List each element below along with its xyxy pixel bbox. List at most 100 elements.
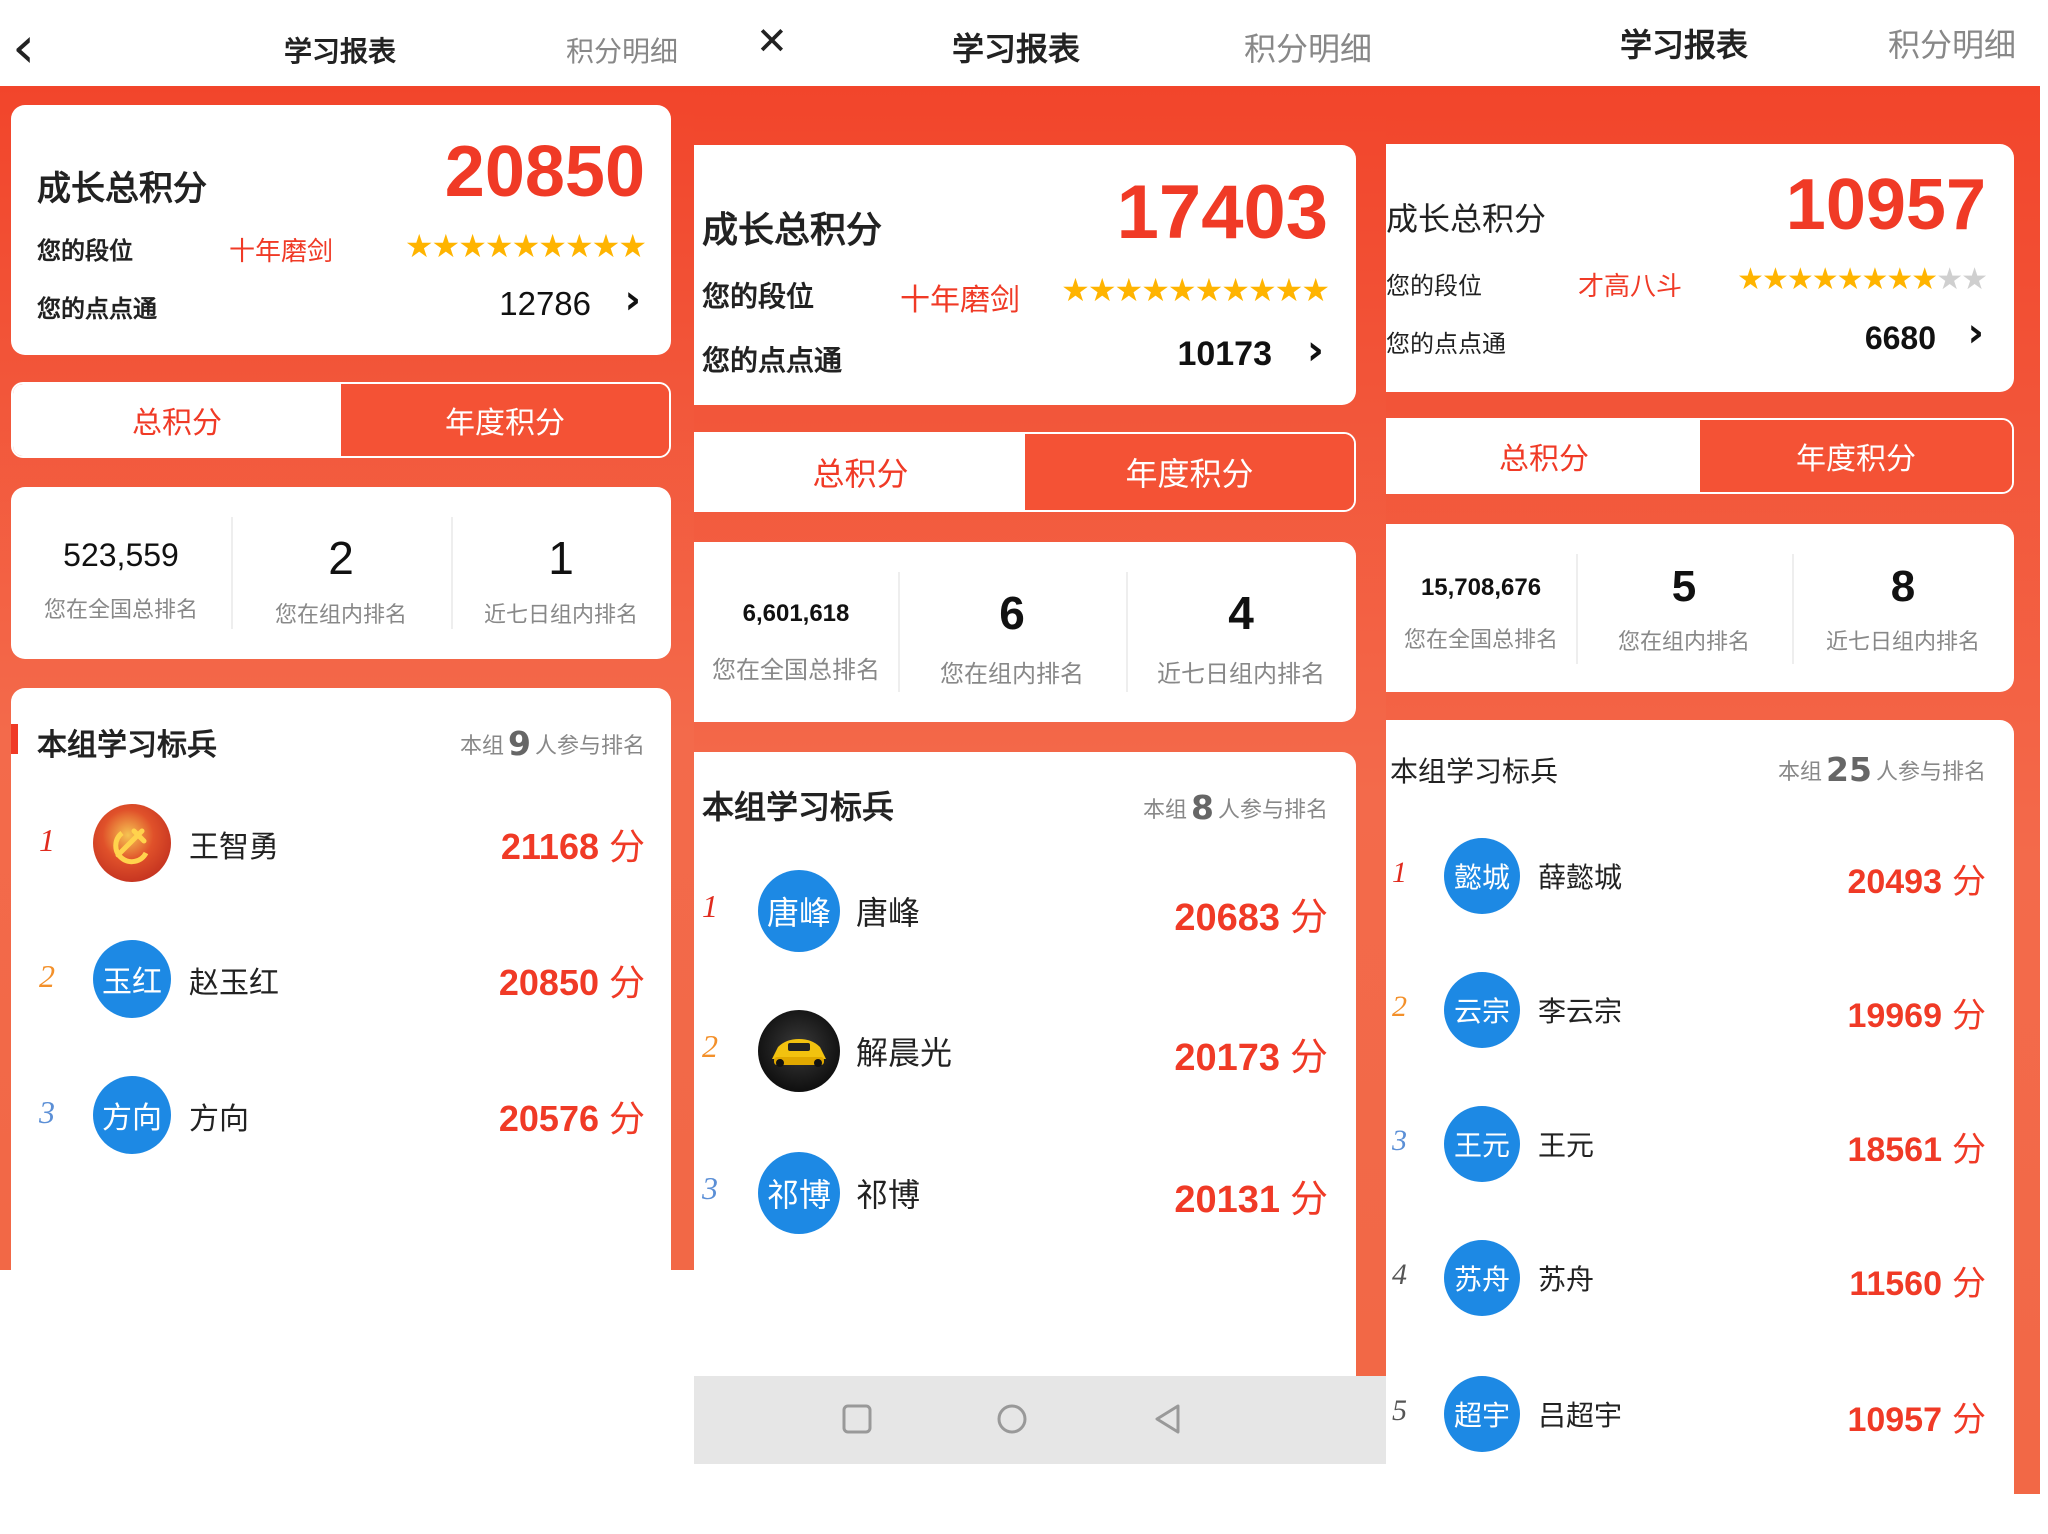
chevron-right-icon[interactable]: ›	[625, 277, 641, 323]
stats-card: 6,601,618 您在全国总排名 6 您在组内排名 4 近七日组内排名	[694, 542, 1356, 722]
total-score-value: 10957	[1785, 165, 1986, 245]
page-title: 学习报表	[1620, 26, 1749, 64]
member-score: 20683 分	[1174, 895, 1328, 939]
points-value[interactable]: 10173	[1177, 335, 1272, 374]
triangle-back-icon[interactable]	[1152, 1403, 1184, 1435]
stat-value: 4	[1228, 587, 1254, 639]
tab-annual[interactable]: 年度积分	[1025, 434, 1354, 510]
party-emblem-icon	[93, 804, 171, 882]
member-score: 20493 分	[1847, 862, 1986, 902]
avatar: 超宇	[1444, 1376, 1520, 1452]
participant-count: 本组 8 人参与排名	[1143, 788, 1328, 827]
member-name: 唐峰	[856, 894, 921, 932]
system-nav-bar	[694, 1376, 1386, 1464]
summary-card: 成长总积分 17403 您的段位 十年磨剑 ★★★★★★★★★★ 您的点点通 1…	[694, 145, 1356, 405]
stat-group-rank: 5 您在组内排名	[1576, 562, 1792, 656]
tab-total[interactable]: 总积分	[13, 384, 341, 456]
stat-national-rank: 15,708,676 您在全国总排名	[1386, 574, 1576, 654]
member-name: 李云宗	[1538, 995, 1623, 1028]
stat-value: 8	[1890, 562, 1916, 611]
points-value[interactable]: 6680	[1865, 320, 1936, 357]
total-score-value: 17403	[1116, 170, 1328, 255]
row-index: 1	[39, 822, 55, 858]
member-name: 王智勇	[189, 830, 279, 865]
member-name: 赵玉红	[189, 966, 279, 1001]
rank-name: 十年磨剑	[229, 237, 334, 267]
back-arrow-icon[interactable]: ‹	[12, 18, 35, 76]
stat-value: 2	[328, 532, 354, 584]
stat-label: 您在组内排名	[940, 660, 1084, 688]
car-photo-icon	[758, 1010, 840, 1092]
rank-label: 您的段位	[702, 280, 815, 313]
points-detail-link[interactable]: 积分明细	[566, 30, 678, 70]
member-score: 20576 分	[498, 1098, 645, 1140]
avatar: 祁博	[758, 1152, 840, 1234]
leaderboard-card: 本组学习标兵 本组 8 人参与排名 1 唐峰 唐峰 20683 分 2 解晨光 201…	[694, 752, 1356, 1392]
tab-total[interactable]: 总积分	[1388, 420, 1700, 492]
avatar: 玉红	[93, 940, 171, 1018]
stat-label: 您在全国总排名	[712, 656, 880, 684]
stat-label: 近七日组内排名	[483, 603, 638, 628]
points-value[interactable]: 12786	[499, 285, 591, 323]
close-icon[interactable]: ✕	[756, 22, 788, 60]
points-detail-link[interactable]: 积分明细	[1244, 24, 1372, 70]
nav-bar: ✕ 学习报表 积分明细	[694, 0, 1386, 86]
page-title: 学习报表	[284, 35, 397, 68]
stat-value: 523,559	[63, 537, 179, 573]
avatar: 懿城	[1444, 838, 1520, 914]
row-index: 1	[702, 888, 718, 924]
avatar: 王元	[1444, 1106, 1520, 1182]
stat-group-rank: 6 您在组内排名	[898, 586, 1126, 689]
points-label: 您的点点通	[702, 344, 843, 377]
row-index: 3	[1392, 1124, 1407, 1157]
tab-annual[interactable]: 年度积分	[1700, 420, 2012, 492]
stats-card: 15,708,676 您在全国总排名 5 您在组内排名 8 近七日组内排名	[1386, 524, 2014, 692]
participant-count: 本组 9 人参与排名	[460, 724, 645, 763]
score-tabs: 总积分 年度积分	[11, 382, 671, 458]
tab-total[interactable]: 总积分	[696, 434, 1025, 510]
row-index: 4	[1392, 1258, 1407, 1291]
page-title: 学习报表	[952, 30, 1081, 68]
total-score-label: 成长总积分	[1386, 200, 1547, 238]
avatar: 苏舟	[1444, 1240, 1520, 1316]
screenshot-panel-1: ‹ 学习报表 积分明细 成长总积分 20850 您的段位 十年磨剑 ★★★★★★…	[0, 0, 694, 1270]
tab-annual[interactable]: 年度积分	[341, 384, 669, 456]
stat-group-rank: 2 您在组内排名	[231, 531, 451, 629]
member-score: 20173 分	[1174, 1035, 1328, 1079]
square-icon[interactable]	[842, 1404, 872, 1434]
summary-card: 成长总积分 10957 您的段位 才高八斗 ★★★★★★★★★★ 您的点点通 6…	[1386, 144, 2014, 392]
member-score: 19969 分	[1847, 996, 1986, 1036]
chevron-right-icon[interactable]: ›	[1307, 325, 1324, 374]
member-name: 吕超宇	[1538, 1399, 1623, 1432]
rank-label: 您的段位	[1386, 272, 1482, 300]
rank-name: 才高八斗	[1578, 272, 1683, 302]
stat-label: 近七日组内排名	[1825, 630, 1980, 655]
stat-value: 1	[548, 532, 574, 584]
member-score: 20131 分	[1174, 1177, 1328, 1221]
rank-name: 十年磨剑	[900, 283, 1020, 318]
leaderboard-card: 本组学习标兵 本组 25 人参与排名 1 懿城 薛懿城 20493 分 2 云宗 李云…	[1386, 720, 2014, 1494]
summary-card: 成长总积分 20850 您的段位 十年磨剑 ★★★★★★★★★ 您的点点通 12…	[11, 105, 671, 355]
total-score-label: 成长总积分	[37, 169, 207, 209]
score-tabs: 总积分 年度积分	[694, 432, 1356, 512]
stat-label: 您在组内排名	[274, 603, 407, 628]
member-name: 解晨光	[856, 1034, 953, 1072]
circle-icon[interactable]	[996, 1403, 1028, 1435]
points-detail-link[interactable]: 积分明细	[1888, 20, 2016, 66]
member-score: 11560 分	[1849, 1264, 1986, 1304]
nav-bar: 学习报表 积分明细	[1386, 0, 2048, 86]
rank-label: 您的段位	[37, 237, 133, 265]
section-accent-bar	[11, 724, 18, 754]
total-score-label: 成长总积分	[702, 210, 883, 251]
member-name: 薛懿城	[1538, 861, 1623, 894]
stat-national-rank: 523,559 您在全国总排名	[11, 537, 231, 624]
chevron-right-icon[interactable]: ›	[1968, 310, 1984, 356]
leaderboard-card: 本组学习标兵 本组 9 人参与排名 1 王智勇 21168 分 2 玉红 赵玉红 20…	[11, 688, 671, 1270]
row-index: 1	[1392, 856, 1407, 889]
row-index: 2	[702, 1028, 718, 1064]
nav-bar: ‹ 学习报表 积分明细	[0, 0, 694, 86]
row-index: 2	[39, 958, 55, 994]
stat-label: 近七日组内排名	[1157, 660, 1325, 688]
points-label: 您的点点通	[37, 295, 157, 323]
total-score-value: 20850	[444, 132, 645, 212]
